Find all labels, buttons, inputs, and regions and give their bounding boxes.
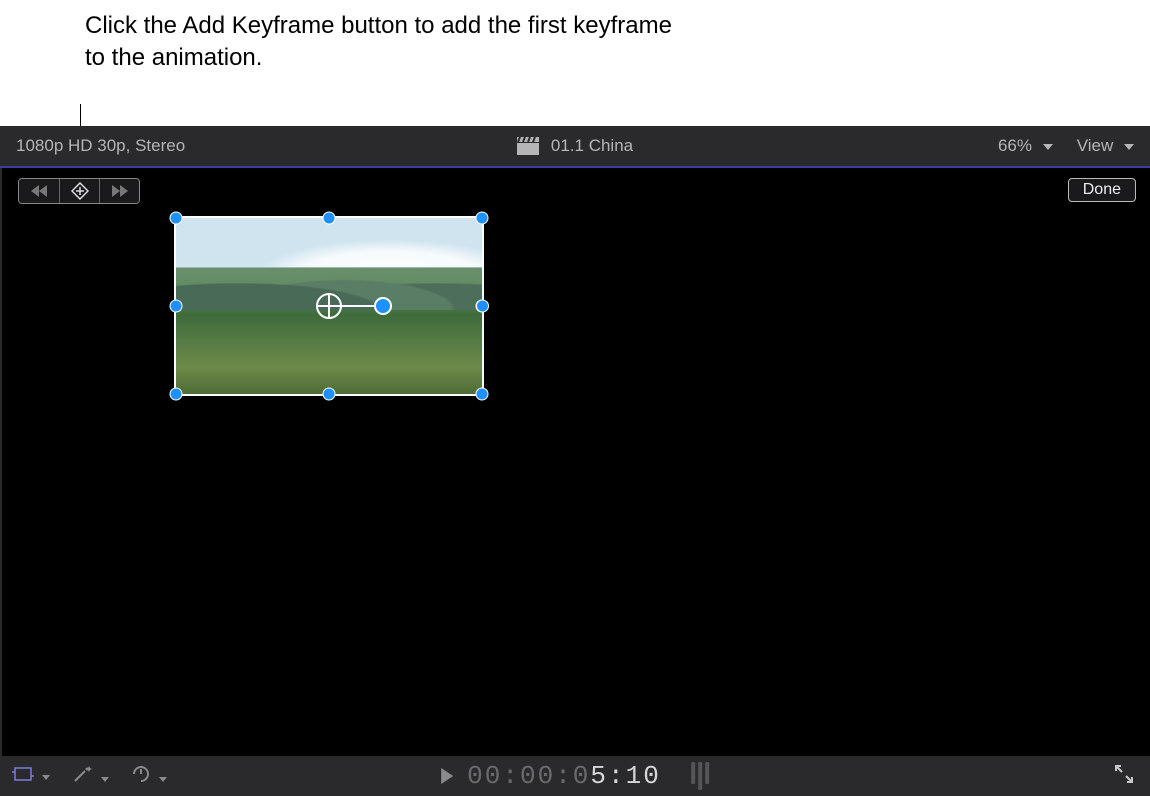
chevron-down-icon <box>42 775 50 780</box>
audio-meter-icon <box>691 762 709 790</box>
viewer-toolbar: 1080p HD 30p, Stereo 01.1 China 66% <box>0 126 1150 168</box>
clip-title: 01.1 China <box>551 136 633 156</box>
next-keyframe-button[interactable] <box>99 179 139 203</box>
viewer-panel: 1080p HD 30p, Stereo 01.1 China 66% <box>0 126 1150 796</box>
chevron-down-icon <box>1043 144 1053 150</box>
resize-handle-bottom-left[interactable] <box>170 388 183 401</box>
anchor-offset-handle[interactable] <box>374 297 392 315</box>
timecode-display[interactable]: 00:00:05:10 <box>441 761 709 791</box>
add-keyframe-button[interactable] <box>59 179 99 203</box>
resize-handle-mid-left[interactable] <box>170 300 183 313</box>
keyframe-nav-group <box>18 178 140 204</box>
view-label: View <box>1077 136 1114 155</box>
resize-handle-top-right[interactable] <box>476 212 489 225</box>
anchor-point-icon[interactable] <box>316 293 342 319</box>
annotation-text: Click the Add Keyframe button to add the… <box>85 10 685 75</box>
prev-keyframe-button[interactable] <box>19 179 59 203</box>
resize-handle-bottom-right[interactable] <box>476 388 489 401</box>
chevron-down-icon <box>159 777 167 782</box>
clip-transform-box[interactable] <box>174 216 484 396</box>
rotation-handle-right[interactable] <box>476 300 489 313</box>
zoom-menu[interactable]: 66% <box>998 136 1053 156</box>
chevron-down-icon <box>101 777 109 782</box>
play-icon[interactable] <box>441 768 453 784</box>
viewer-canvas[interactable]: Done <box>0 168 1150 756</box>
format-label: 1080p HD 30p, Stereo <box>16 136 185 155</box>
view-menu[interactable]: View <box>1077 136 1134 156</box>
timecode-active: 5:10 <box>590 761 660 791</box>
resize-handle-bottom-center[interactable] <box>323 388 336 401</box>
crop-tool-menu[interactable] <box>12 766 50 787</box>
viewer-bottom-bar: 00:00:05:10 <box>0 756 1150 796</box>
done-button[interactable]: Done <box>1068 178 1136 202</box>
fullscreen-button[interactable] <box>1114 764 1138 789</box>
retime-tool-menu[interactable] <box>131 764 167 789</box>
resize-handle-top-left[interactable] <box>170 212 183 225</box>
enhance-tool-menu[interactable] <box>72 764 108 789</box>
zoom-value: 66% <box>998 136 1032 155</box>
timecode-prefix: 00:00:0 <box>467 761 590 791</box>
clapperboard-icon <box>517 137 539 155</box>
chevron-down-icon <box>1124 144 1134 150</box>
resize-handle-top-center[interactable] <box>323 212 336 225</box>
